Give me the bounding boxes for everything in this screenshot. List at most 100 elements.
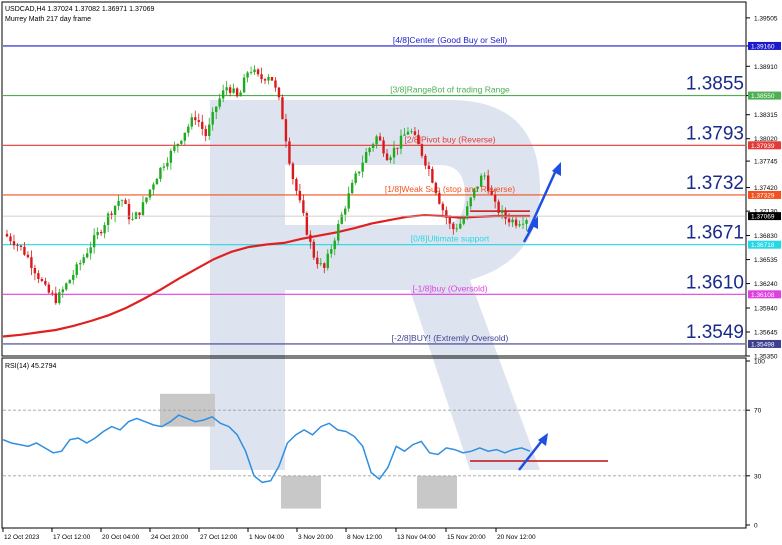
chart-canvas: [5/8]RangeTop[4/8]Center (Good Buy or Se… bbox=[1, 1, 781, 541]
rsi-pane-frame bbox=[1, 357, 747, 529]
candle-body bbox=[403, 134, 406, 136]
time-tick-label: 1 Nov 04:00 bbox=[249, 534, 284, 541]
murrey-level-label: [-1/8]buy (Oversold) bbox=[412, 283, 487, 293]
candle-body bbox=[79, 263, 82, 265]
candle-body bbox=[438, 192, 441, 204]
time-tick-label: 27 Oct 12:00 bbox=[200, 534, 238, 541]
candle-body bbox=[110, 213, 113, 215]
candle-body bbox=[37, 273, 40, 280]
candle-body bbox=[12, 241, 16, 246]
level-price-tag-label: 1.36108 bbox=[751, 292, 775, 299]
rsi-tick-label: 70 bbox=[754, 408, 762, 415]
candle-body bbox=[497, 201, 500, 213]
candle-body bbox=[277, 87, 281, 98]
candle-body bbox=[466, 206, 469, 219]
candle-body bbox=[448, 217, 452, 224]
candle-body bbox=[89, 247, 92, 254]
candle-body bbox=[148, 189, 152, 198]
level-price-tag-label: 1.36718 bbox=[751, 242, 775, 249]
candle-body bbox=[490, 190, 493, 195]
candle-body bbox=[155, 178, 159, 185]
candle-body bbox=[330, 249, 333, 254]
murrey-level-value: 1.3855 bbox=[686, 74, 744, 95]
candle-body bbox=[92, 235, 96, 248]
candle-body bbox=[96, 232, 99, 236]
candle-body bbox=[61, 289, 64, 293]
candle-body bbox=[187, 126, 190, 133]
candle-body bbox=[218, 98, 221, 107]
candle-body bbox=[291, 163, 295, 180]
price-tick-label: 1.35645 bbox=[754, 329, 778, 336]
candle-body bbox=[518, 224, 521, 226]
murrey-level-value: 1.3793 bbox=[686, 123, 744, 144]
candle-body bbox=[58, 292, 61, 304]
murrey-level-label: [1/8]Weak Sup (stop and Reverse) bbox=[385, 184, 515, 194]
candle-body bbox=[5, 233, 9, 237]
candle-body bbox=[131, 218, 134, 220]
candle-body bbox=[40, 279, 44, 281]
price-tick-label: 1.39505 bbox=[754, 15, 778, 22]
candle-body bbox=[493, 194, 497, 202]
symbol-header: USDCAD,H4 1.37024 1.37082 1.36971 1.3706… bbox=[5, 6, 155, 13]
time-tick-label: 12 Oct 2023 bbox=[4, 534, 40, 541]
candle-body bbox=[378, 136, 382, 141]
candle-body bbox=[323, 263, 326, 268]
candle-body bbox=[197, 120, 200, 122]
murrey-level-label: [-2/8]BUY! (Extremly Oversold) bbox=[392, 333, 509, 343]
candle-body bbox=[51, 292, 54, 294]
candle-body bbox=[459, 223, 462, 229]
candle-body bbox=[215, 106, 218, 112]
candle-body bbox=[33, 268, 37, 274]
candle-body bbox=[141, 202, 145, 215]
candle-body bbox=[23, 246, 26, 255]
candle-body bbox=[194, 117, 197, 121]
candle-body bbox=[138, 212, 141, 215]
candle-body bbox=[357, 171, 361, 174]
candle-body bbox=[441, 203, 445, 211]
level-price-tag-label: 1.37329 bbox=[751, 192, 775, 199]
candle-body bbox=[44, 280, 47, 285]
candle-body bbox=[486, 175, 490, 191]
price-tick-label: 1.36535 bbox=[754, 257, 778, 264]
candle-body bbox=[427, 165, 431, 169]
candle-body bbox=[455, 228, 458, 230]
candle-body bbox=[180, 140, 183, 144]
candle-body bbox=[483, 175, 486, 177]
rsi-tick-label: 100 bbox=[754, 359, 765, 366]
price-tick-label: 1.36240 bbox=[754, 281, 778, 288]
candle-body bbox=[221, 90, 225, 99]
candle-body bbox=[473, 188, 476, 198]
candle-body bbox=[288, 141, 291, 164]
candle-body bbox=[19, 245, 23, 247]
candle-body bbox=[525, 220, 528, 224]
indicator-header: Murrey Math 217 day frame bbox=[5, 16, 91, 23]
candle-body bbox=[389, 157, 392, 161]
candle-body bbox=[162, 166, 166, 168]
candle-body bbox=[9, 236, 12, 242]
candle-body bbox=[134, 212, 138, 219]
candle-body bbox=[30, 257, 33, 269]
candle-body bbox=[85, 253, 89, 258]
candle-body bbox=[420, 144, 424, 156]
candle-body bbox=[159, 167, 162, 179]
murrey-level-label: [0/8]Ultimate support bbox=[411, 234, 490, 244]
candle-body bbox=[462, 218, 465, 224]
candle-body bbox=[235, 88, 239, 97]
candle-body bbox=[190, 117, 193, 127]
murrey-level-value: 1.3732 bbox=[686, 173, 744, 194]
candle-body bbox=[99, 232, 103, 234]
candle-body bbox=[445, 210, 448, 218]
candle-body bbox=[316, 257, 319, 265]
candle-body bbox=[511, 219, 514, 223]
candle-body bbox=[507, 218, 511, 223]
level-price-tag-label: 1.35498 bbox=[751, 341, 775, 348]
candle-body bbox=[431, 168, 434, 183]
candle-body bbox=[354, 173, 357, 183]
candle-body bbox=[361, 162, 364, 172]
candle-body bbox=[201, 121, 204, 129]
candle-body bbox=[392, 147, 396, 158]
candle-body bbox=[26, 254, 30, 258]
candle-body bbox=[176, 143, 180, 147]
time-tick-label: 20 Oct 04:00 bbox=[102, 534, 140, 541]
candle-body bbox=[145, 197, 148, 203]
